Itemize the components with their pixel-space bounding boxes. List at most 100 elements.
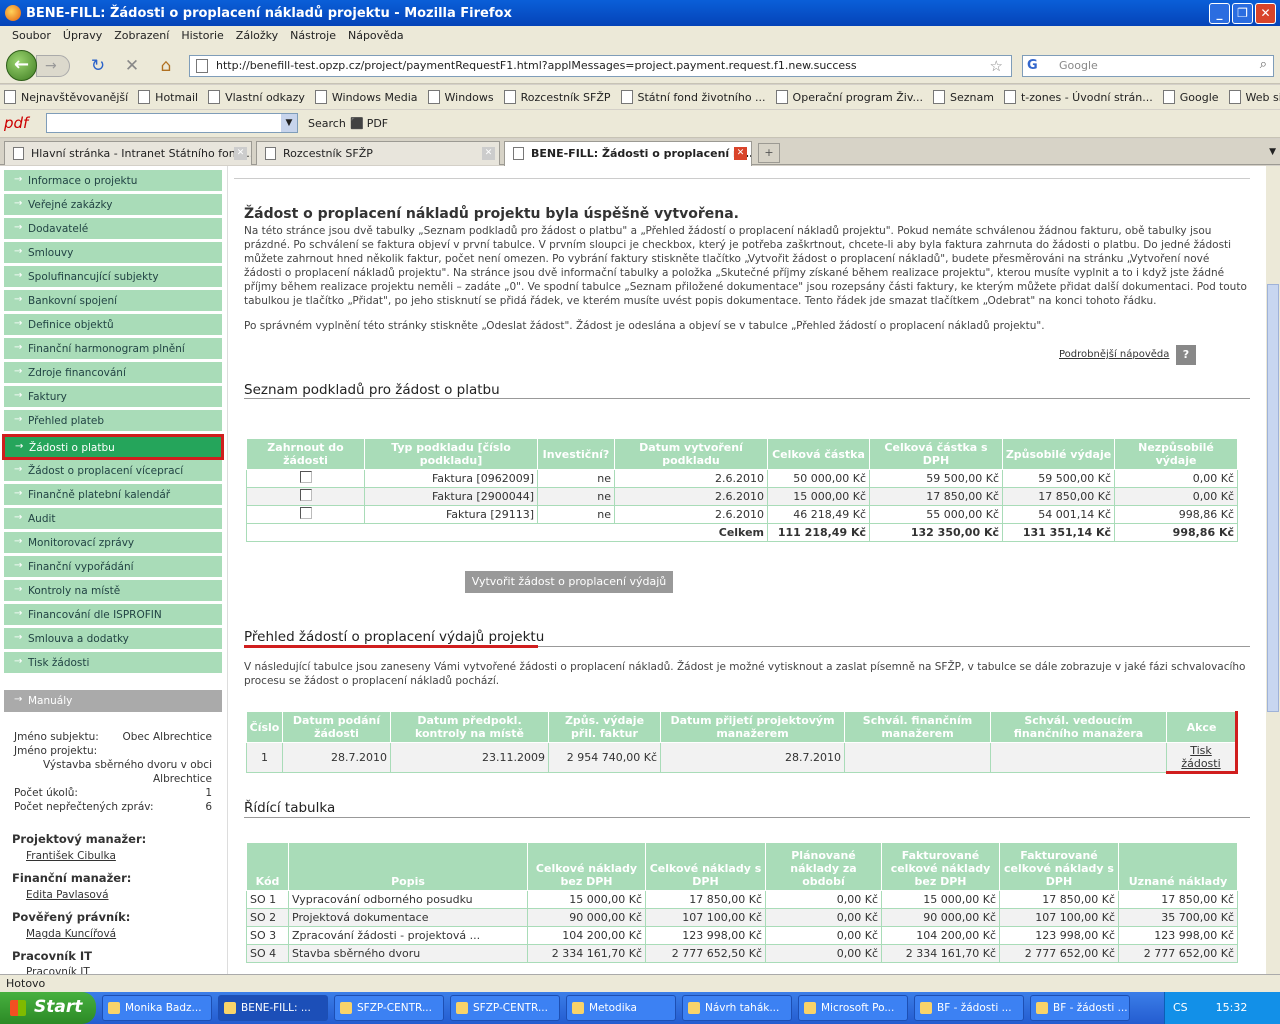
magnifier-icon[interactable]: ⌕ (1260, 57, 1267, 72)
table-cell: 2.6.2010 (614, 505, 768, 524)
person-link[interactable]: Magda Kuncířová (26, 928, 116, 940)
help-link[interactable]: Podrobnější nápověda (1059, 349, 1169, 360)
table-cell: 15 000,00 Kč (881, 890, 1000, 909)
forward-button[interactable]: → (36, 55, 70, 77)
pdf-button[interactable]: ⬛ PDF (350, 117, 388, 130)
back-button[interactable]: ← (6, 50, 37, 81)
home-icon[interactable]: ⌂ (156, 56, 176, 76)
sidebar-item-manualy[interactable]: Manuály (4, 690, 222, 712)
sidebar-item-zadosti-o-platbu[interactable]: Žádosti o platbu (2, 434, 224, 460)
bookmark-item[interactable]: Nejnavštěvovanější (4, 90, 128, 104)
bookmark-item[interactable]: Seznam (932, 90, 994, 104)
sidebar-item-prehled-plateb[interactable]: Přehled plateb (4, 410, 222, 432)
window-title: BENE-FILL: Žádosti o proplacení nákladů … (26, 6, 512, 21)
tab-rozcestnik[interactable]: Rozcestník SFŽP ✕ (256, 141, 500, 165)
sidebar-item-bankovni-spojeni[interactable]: Bankovní spojení (4, 290, 222, 312)
minimize-button[interactable]: _ (1209, 3, 1230, 24)
sidebar-item-smlouva-dodatky[interactable]: Smlouva a dodatky (4, 628, 222, 650)
maximize-button[interactable]: ❐ (1232, 3, 1253, 24)
role-label: Finanční manažer: (12, 871, 132, 885)
bookmark-item[interactable]: Windows (427, 90, 494, 104)
firefox-icon (5, 5, 21, 21)
print-request-link[interactable]: Tisk žádosti (1166, 742, 1238, 774)
taskbar-item[interactable]: Microsoft Po... (798, 995, 908, 1021)
bookmark-item[interactable]: Windows Media (314, 90, 418, 104)
taskbar-item[interactable]: Metodika (566, 995, 676, 1021)
menu-soubor[interactable]: Soubor (6, 26, 57, 46)
sidebar-item-verejne-zakazky[interactable]: Veřejné zakázky (4, 194, 222, 216)
bookmark-item[interactable]: Web site - BUDGET (1228, 90, 1280, 104)
taskbar-item[interactable]: BF - žádosti ... (914, 995, 1024, 1021)
include-checkbox[interactable] (299, 507, 312, 519)
url-input[interactable]: http://benefill-test.opzp.cz/project/pay… (189, 55, 1012, 77)
sidebar-item-kalendar[interactable]: Finančně platební kalendář (4, 484, 222, 506)
sidebar-item-informace[interactable]: Informace o projektu (4, 170, 222, 192)
sidebar-item-harmonogram[interactable]: Finanční harmonogram plnění (4, 338, 222, 360)
table-cell: 15 000,00 Kč (767, 487, 870, 506)
section-title-podklady: Seznam podkladů pro žádost o platbu (244, 382, 500, 398)
close-tab-icon[interactable]: ✕ (482, 147, 495, 160)
taskbar-item[interactable]: Návrh tahák... (682, 995, 792, 1021)
person-link[interactable]: František Cibulka (26, 850, 116, 862)
menu-napoveda[interactable]: Nápověda (342, 26, 410, 46)
vertical-scrollbar[interactable] (1266, 166, 1280, 974)
start-button[interactable]: Start (0, 992, 96, 1024)
help-icon[interactable]: ? (1176, 345, 1196, 365)
sidebar-item-kontroly[interactable]: Kontroly na místě (4, 580, 222, 602)
bookmark-item[interactable]: Operační program Živ... (775, 90, 923, 104)
taskbar-item[interactable]: BF - žádosti ... (1030, 995, 1130, 1021)
taskbar-item[interactable]: BENE-FILL: ... (218, 995, 328, 1021)
taskbar-item[interactable]: SFZP-CENTR... (334, 995, 444, 1021)
menu-zobrazeni[interactable]: Zobrazení (108, 26, 175, 46)
bookmark-item[interactable]: Státní fond životního ... (620, 90, 766, 104)
menu-historie[interactable]: Historie (175, 26, 229, 46)
tab-label: BENE-FILL: Žádosti o proplacení n... (531, 147, 752, 160)
include-checkbox[interactable] (299, 471, 312, 483)
taskbar-item[interactable]: SFZP-CENTR... (450, 995, 560, 1021)
sidebar-item-smlouvy[interactable]: Smlouvy (4, 242, 222, 264)
tab-benefill[interactable]: BENE-FILL: Žádosti o proplacení n... ✕ (504, 141, 752, 166)
menu-zalozky[interactable]: Záložky (230, 26, 284, 46)
close-window-button[interactable]: ✕ (1255, 3, 1276, 24)
table-cell: 123 998,00 Kč (1118, 926, 1238, 945)
bookmark-item[interactable]: Vlastní odkazy (208, 90, 305, 104)
bookmark-item[interactable]: Google (1162, 90, 1219, 104)
sidebar-item-dodavatele[interactable]: Dodavatelé (4, 218, 222, 240)
menu-upravy[interactable]: Úpravy (57, 26, 108, 46)
menu-nastroje[interactable]: Nástroje (284, 26, 342, 46)
scrollbar-thumb[interactable] (1267, 284, 1279, 712)
person-link[interactable]: Pracovník IT (26, 966, 90, 974)
pdf-search-button[interactable]: Search (308, 117, 346, 130)
sidebar-item-definice-objektu[interactable]: Definice objektů (4, 314, 222, 336)
chevron-down-icon[interactable]: ▼ (281, 114, 297, 132)
sidebar-item-spolufinancujici[interactable]: Spolufinancující subjekty (4, 266, 222, 288)
create-request-button[interactable]: Vytvořit žádost o proplacení výdajů (465, 571, 673, 593)
language-indicator[interactable]: CS (1173, 1001, 1188, 1014)
bookmark-item[interactable]: Rozcestník SFŽP (503, 90, 611, 104)
sidebar-item-faktury[interactable]: Faktury (4, 386, 222, 408)
sidebar-item-viceprace[interactable]: Žádost o proplacení víceprací (4, 460, 222, 482)
bookmark-item[interactable]: t-zones - Úvodní strán... (1003, 90, 1153, 104)
new-tab-button[interactable]: + (758, 143, 780, 163)
close-tab-icon[interactable]: ✕ (234, 147, 247, 160)
search-input[interactable]: G Google ⌕ (1022, 55, 1274, 77)
sidebar-item-isprofin[interactable]: Financování dle ISPROFIN (4, 604, 222, 626)
tab-list-chevron-icon[interactable]: ▼ (1269, 147, 1276, 157)
person-link[interactable]: Edita Pavlasová (26, 889, 109, 901)
pdf-combo-input[interactable]: ▼ (46, 113, 298, 133)
bookmark-item[interactable]: Hotmail (138, 90, 198, 104)
sidebar-item-vyporadani[interactable]: Finanční vypořádání (4, 556, 222, 578)
bookmark-star-icon[interactable]: ☆ (990, 57, 1003, 75)
sidebar-item-audit[interactable]: Audit (4, 508, 222, 530)
taskbar-item[interactable]: Monika Badz... (102, 995, 212, 1021)
include-checkbox[interactable] (299, 489, 312, 501)
sidebar-item-zdroje[interactable]: Zdroje financování (4, 362, 222, 384)
reload-icon[interactable]: ↻ (88, 56, 108, 76)
table-cell: 28.7.2010 (282, 742, 391, 773)
stop-icon[interactable]: ✕ (122, 56, 142, 76)
tab-intranet[interactable]: Hlavní stránka - Intranet Státního fond.… (4, 141, 252, 165)
sidebar-item-tisk-zadosti[interactable]: Tisk žádosti (4, 652, 222, 674)
sidebar-item-monitorovaci[interactable]: Monitorovací zprávy (4, 532, 222, 554)
close-tab-icon[interactable]: ✕ (734, 147, 747, 160)
highlight-underline (244, 645, 538, 648)
